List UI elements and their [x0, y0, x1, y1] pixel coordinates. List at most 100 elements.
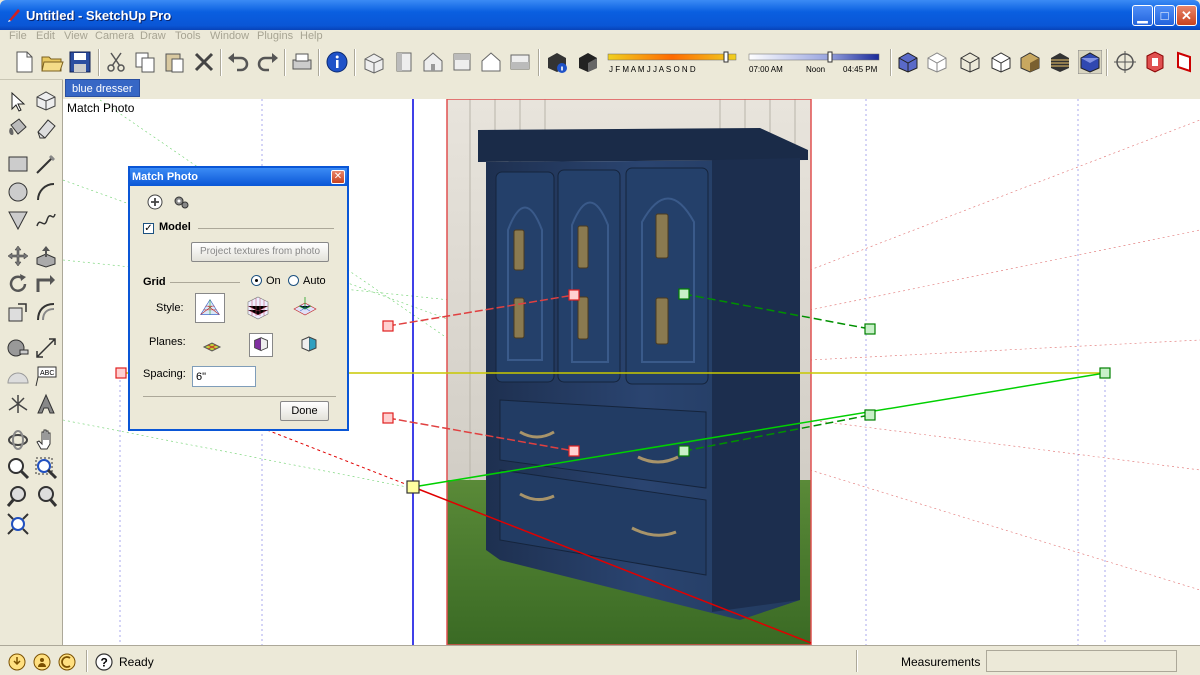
- right-view-icon[interactable]: [450, 50, 474, 74]
- shaded-style-icon[interactable]: [1018, 50, 1042, 74]
- previous-view-icon[interactable]: [6, 484, 30, 508]
- paste-icon[interactable]: [162, 50, 186, 74]
- protractor-icon[interactable]: [6, 364, 30, 388]
- done-button[interactable]: Done: [280, 401, 329, 421]
- top-view-icon[interactable]: [392, 50, 416, 74]
- menu-edit[interactable]: Edit: [36, 30, 55, 42]
- menu-camera[interactable]: Camera: [95, 30, 134, 42]
- save-icon[interactable]: [68, 50, 92, 74]
- tape-measure-icon[interactable]: [6, 336, 30, 360]
- spacing-input[interactable]: [192, 366, 256, 387]
- grid-style-inside-icon[interactable]: [195, 293, 225, 323]
- sketchup-app-icon[interactable]: [7, 7, 22, 22]
- line-icon[interactable]: [34, 152, 58, 176]
- toolbar-separator: [318, 49, 320, 76]
- zoom-extents-icon[interactable]: [6, 512, 30, 536]
- model-checkbox[interactable]: ✓: [143, 223, 154, 234]
- grid-auto-radio[interactable]: [288, 275, 299, 286]
- grid-on-radio[interactable]: [251, 275, 262, 286]
- back-view-icon[interactable]: [479, 50, 503, 74]
- monochrome-style-icon[interactable]: [1078, 50, 1102, 74]
- close-button[interactable]: ✕: [1176, 5, 1197, 26]
- text-icon[interactable]: ABC: [34, 364, 58, 388]
- dimensions-icon[interactable]: [34, 336, 58, 360]
- polygon-icon[interactable]: [6, 208, 30, 232]
- redo-icon[interactable]: [256, 50, 280, 74]
- make-component-icon[interactable]: [34, 88, 58, 112]
- maximize-button[interactable]: □: [1154, 5, 1175, 26]
- menu-file[interactable]: File: [9, 30, 27, 42]
- hidden-line-style-icon[interactable]: [989, 50, 1013, 74]
- rectangle-icon[interactable]: [6, 152, 30, 176]
- circle-icon[interactable]: [6, 180, 30, 204]
- plane-green-blue-icon[interactable]: [297, 333, 321, 357]
- open-icon[interactable]: [40, 50, 64, 74]
- status-text: Ready: [119, 655, 154, 669]
- zoom-window-icon[interactable]: [34, 456, 58, 480]
- move-icon[interactable]: [6, 244, 30, 268]
- minimize-button[interactable]: ▁: [1132, 5, 1153, 26]
- toolbar-separator: [1106, 49, 1108, 76]
- cut-icon[interactable]: [104, 50, 128, 74]
- copy-icon[interactable]: [133, 50, 157, 74]
- window-title: Untitled - SketchUp Pro: [26, 8, 172, 23]
- pan-hand-icon[interactable]: [34, 428, 58, 452]
- select-icon[interactable]: [6, 90, 30, 114]
- paint-bucket-icon[interactable]: [6, 116, 30, 140]
- follow-me-icon[interactable]: [34, 272, 58, 296]
- menu-draw[interactable]: Draw: [140, 30, 166, 42]
- scale-icon[interactable]: [6, 300, 30, 324]
- back-edges-style-icon[interactable]: [925, 50, 949, 74]
- wireframe-style-icon[interactable]: [958, 50, 982, 74]
- help-icon[interactable]: ?: [95, 653, 113, 671]
- shadow-time-mid: Noon: [806, 65, 826, 74]
- status-divider: [86, 650, 88, 672]
- menu-tools[interactable]: Tools: [175, 30, 201, 42]
- undo-icon[interactable]: [226, 50, 250, 74]
- orbit-icon[interactable]: [6, 428, 30, 452]
- xray-style-icon[interactable]: [896, 50, 920, 74]
- section-plane-icon[interactable]: [1143, 50, 1167, 74]
- new-icon[interactable]: [12, 50, 36, 74]
- model-info-icon[interactable]: [325, 50, 349, 74]
- menu-view[interactable]: View: [64, 30, 88, 42]
- shadow-months: J F M A M J J A S O N D: [609, 65, 696, 74]
- position-camera-icon[interactable]: [1113, 50, 1137, 74]
- arc-icon[interactable]: [34, 180, 58, 204]
- grid-style-outside-icon[interactable]: [243, 293, 273, 323]
- grid-style-corner-icon[interactable]: [290, 293, 320, 323]
- geo-location-icon[interactable]: [8, 653, 26, 671]
- left-view-icon[interactable]: [508, 50, 532, 74]
- project-textures-button[interactable]: Project textures from photo: [191, 242, 329, 262]
- shaded-textures-style-icon[interactable]: [1048, 50, 1072, 74]
- measurements-input[interactable]: [986, 650, 1177, 672]
- iso-view-icon[interactable]: [362, 50, 386, 74]
- shadow-settings-icon[interactable]: [545, 50, 569, 74]
- add-photo-icon[interactable]: [147, 194, 163, 210]
- next-view-icon[interactable]: [34, 484, 58, 508]
- sign-in-icon[interactable]: [58, 653, 76, 671]
- model-label: Model: [159, 221, 191, 233]
- 3d-text-icon[interactable]: [34, 392, 58, 416]
- offset-icon[interactable]: [34, 300, 58, 324]
- push-pull-icon[interactable]: [34, 244, 58, 268]
- gear-icon[interactable]: [172, 194, 190, 210]
- erase-icon[interactable]: [192, 50, 216, 74]
- menu-window[interactable]: Window: [210, 30, 249, 42]
- dialog-close-button[interactable]: ✕: [331, 170, 345, 184]
- front-view-icon[interactable]: [421, 50, 445, 74]
- plane-red-green-icon[interactable]: [200, 333, 224, 357]
- plane-red-blue-icon[interactable]: [249, 333, 273, 357]
- display-shadows-icon[interactable]: [576, 50, 600, 74]
- section-display-icon[interactable]: [1172, 50, 1196, 74]
- print-icon[interactable]: [290, 50, 314, 74]
- axes-icon[interactable]: [6, 392, 30, 416]
- credits-icon[interactable]: [33, 653, 51, 671]
- menu-help[interactable]: Help: [300, 30, 323, 42]
- zoom-icon[interactable]: [6, 456, 30, 480]
- scene-tab-blue-dresser[interactable]: blue dresser: [65, 79, 140, 97]
- freehand-icon[interactable]: [34, 208, 58, 232]
- menu-plugins[interactable]: Plugins: [257, 30, 293, 42]
- eraser-icon[interactable]: [34, 116, 58, 140]
- rotate-icon[interactable]: [6, 272, 30, 296]
